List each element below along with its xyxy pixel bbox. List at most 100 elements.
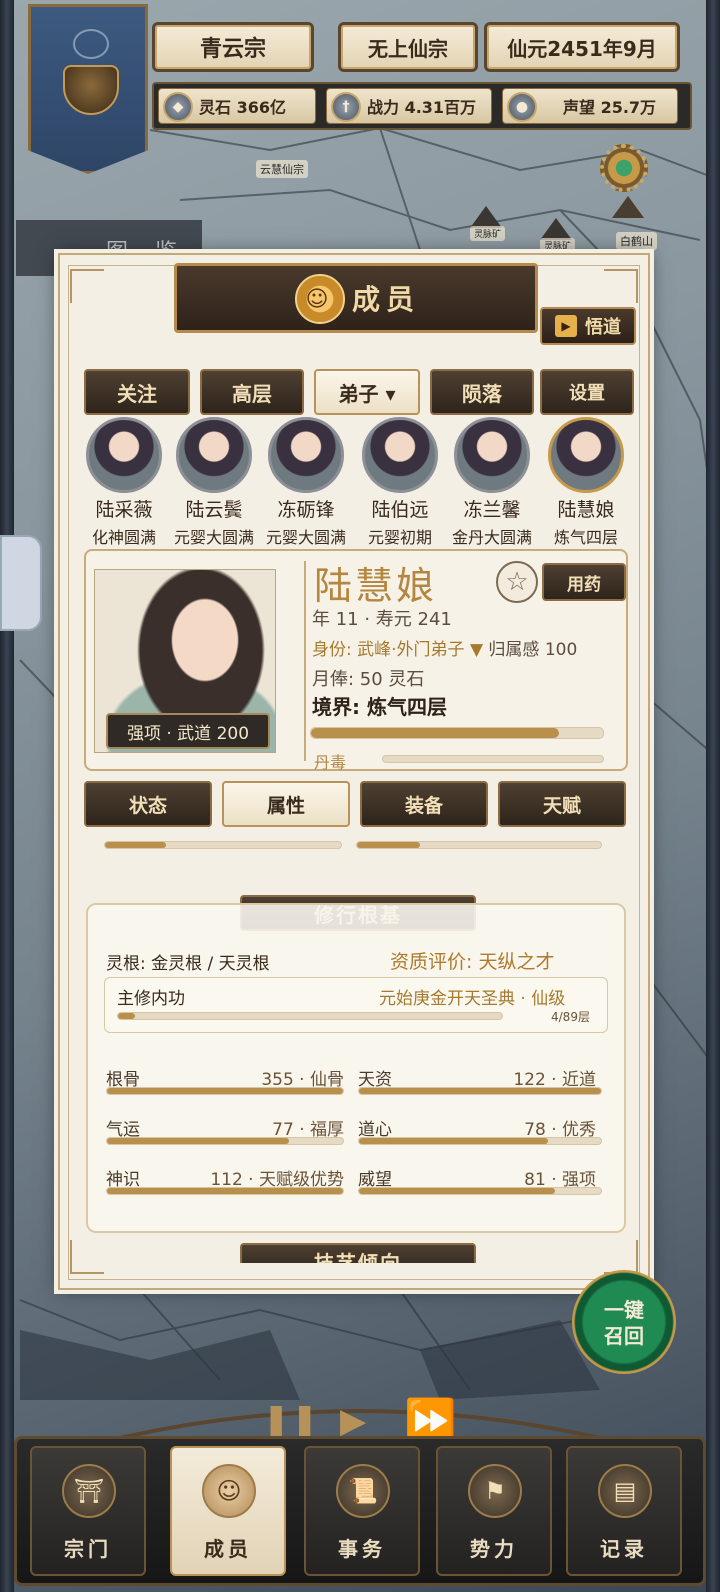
attr-bar xyxy=(358,1137,602,1145)
side-avatar[interactable] xyxy=(0,535,42,631)
nav-label: 宗门 xyxy=(64,1537,112,1561)
nav-factions[interactable]: ⚑ 势力 xyxy=(436,1446,552,1576)
tab-attributes[interactable]: 属性 xyxy=(222,781,350,827)
book-icon: ▤ xyxy=(598,1464,652,1518)
nav-affairs[interactable]: 📜 事务 xyxy=(304,1446,420,1576)
sword-icon: † xyxy=(331,92,361,122)
attr-fill-4 xyxy=(107,1188,343,1194)
salary-line: 月俸: 50 灵石 xyxy=(312,669,425,690)
nav-label: 记录 xyxy=(600,1537,648,1561)
play-icon: ▶ xyxy=(555,315,577,337)
realm-progress-bar xyxy=(310,727,604,739)
use-medicine-button[interactable]: 用药 xyxy=(542,563,626,601)
attr-fill-5 xyxy=(359,1188,556,1194)
play-speed-icon[interactable]: ▶ xyxy=(340,1404,366,1438)
member-dialog: ☺ 成员 ▶ 悟道 关注 高层 弟子 ▾ 陨落 设置 陆采薇 化神圆满 陆云鬓 … xyxy=(58,253,650,1290)
dialog-title-bar: ☺ 成员 xyxy=(174,263,538,333)
resource-reputation-text: 声望 25.7万 xyxy=(563,98,657,117)
tab-fallen[interactable]: 陨落 xyxy=(430,369,534,415)
tab-talent[interactable]: 天赋 xyxy=(498,781,626,827)
nav-label: 势力 xyxy=(470,1537,518,1561)
attr-bar xyxy=(358,1187,602,1195)
map-label-baihe[interactable]: 白鹤山 xyxy=(616,232,657,250)
map-label-yunhui[interactable]: 云慧仙宗 xyxy=(256,160,308,178)
resource-power: † 战力 4.31百万 xyxy=(326,88,492,124)
member-level: 炼气四层 xyxy=(553,528,618,547)
nav-sect[interactable]: ⛩ 宗门 xyxy=(30,1446,146,1576)
pause-icon[interactable]: ❚❚ xyxy=(262,1404,319,1438)
favorite-star-icon[interactable]: ☆ xyxy=(496,561,538,603)
cultivation-foundation-box: 灵根: 金灵根 / 天灵根 资质评价: 天纵之才 主修内功 元始庚金开天圣典 ·… xyxy=(86,903,626,1233)
avatar xyxy=(548,417,624,493)
tab-elders[interactable]: 高层 xyxy=(200,369,304,415)
member-badge-icon: ☺ xyxy=(295,274,345,324)
tab-equipment[interactable]: 装备 xyxy=(360,781,488,827)
left-frame xyxy=(0,0,14,1592)
corner-ornament xyxy=(604,269,638,303)
gongfa-progress-bar xyxy=(117,1012,503,1020)
avatar xyxy=(362,417,438,493)
map-label-mine-2[interactable]: 灵脉矿 xyxy=(540,238,576,253)
realm-line: 境界: 炼气四层 xyxy=(312,695,447,719)
banner-icon: ⚑ xyxy=(468,1464,522,1518)
smoke-icon xyxy=(73,29,109,59)
member-card[interactable]: 冻砺锋 元婴大圆满 xyxy=(260,417,352,548)
gongfa-label: 主修内功 xyxy=(117,989,185,1009)
member-icon: ☺ xyxy=(202,1464,256,1518)
tab-settings[interactable]: 设置 xyxy=(540,369,634,415)
mountain-icon xyxy=(470,206,502,228)
sect-rank: 无上仙宗 xyxy=(338,22,478,72)
member-name: 冻兰馨 xyxy=(463,499,521,521)
dialog-title: 成员 xyxy=(351,283,420,316)
resource-power-text: 战力 4.31百万 xyxy=(367,98,477,117)
character-name: 陆慧娘 xyxy=(314,564,438,608)
sect-gear-icon[interactable] xyxy=(600,144,648,192)
nav-records[interactable]: ▤ 记录 xyxy=(566,1446,682,1576)
map-label-mine-1[interactable]: 灵脉矿 xyxy=(470,226,506,241)
avatar xyxy=(86,417,162,493)
identity-line: 身份: 武峰·外门弟子 ▼ 归属感 100 xyxy=(312,635,577,660)
member-name: 陆伯远 xyxy=(371,499,429,521)
member-name: 陆采薇 xyxy=(95,499,153,521)
resource-spirit-stone-text: 灵石 366亿 xyxy=(199,98,286,117)
tab-follow[interactable]: 关注 xyxy=(84,369,190,415)
mountain-icon xyxy=(612,196,644,218)
attr-bar xyxy=(358,1087,602,1095)
nav-label: 事务 xyxy=(338,1537,386,1561)
nav-label: 成员 xyxy=(204,1537,252,1561)
sect-banner[interactable] xyxy=(28,4,148,174)
attr-fill-2 xyxy=(107,1138,289,1144)
right-frame xyxy=(706,0,720,1592)
strength-tag: 强项 · 武道 200 xyxy=(106,713,270,749)
fast-forward-icon[interactable]: ⏩ xyxy=(404,1400,456,1442)
recall-label: 一键召回 xyxy=(604,1298,644,1348)
avatar xyxy=(454,417,530,493)
member-card[interactable]: 陆采薇 化神圆满 xyxy=(78,417,170,548)
one-key-recall-button[interactable]: 一键召回 xyxy=(572,1270,676,1374)
gongfa-progress-fill xyxy=(118,1013,136,1019)
tab-status[interactable]: 状态 xyxy=(84,781,212,827)
age-line: 年 11 · 寿元 241 xyxy=(312,609,452,630)
member-detail-card: 强项 · 武道 200 陆慧娘 ☆ 用药 年 11 · 寿元 241 身份: 武… xyxy=(84,549,628,772)
attributes-scroll-area[interactable]: 修行根基 灵根: 金灵根 / 天灵根 资质评价: 天纵之才 主修内功 元始庚金开… xyxy=(82,833,630,1263)
member-card-selected[interactable]: 陆慧娘 炼气四层 xyxy=(540,417,632,548)
scroll-icon: 📜 xyxy=(336,1464,390,1518)
game-date: 仙元2451年9月 xyxy=(484,22,680,72)
attr-fill-0 xyxy=(107,1088,343,1094)
wudao-button[interactable]: ▶ 悟道 xyxy=(540,307,636,345)
member-name: 陆慧娘 xyxy=(557,499,615,521)
member-card[interactable]: 冻兰馨 金丹大圆满 xyxy=(446,417,538,548)
nav-members[interactable]: ☺ 成员 xyxy=(170,1446,286,1576)
member-level: 金丹大圆满 xyxy=(451,528,532,547)
tab-disciples-dropdown[interactable]: 弟子 ▾ xyxy=(314,369,420,415)
main-gongfa-box[interactable]: 主修内功 元始庚金开天圣典 · 仙级 4/89层 xyxy=(104,977,608,1033)
identity-dropdown[interactable]: 武峰·外门弟子 ▼ xyxy=(357,640,483,660)
avatar xyxy=(268,417,344,493)
zizhi-line: 资质评价: 天纵之才 xyxy=(390,951,555,973)
next-section-title: 技艺倾向 xyxy=(240,1243,476,1263)
member-name: 冻砺锋 xyxy=(277,499,335,521)
member-card[interactable]: 陆云鬓 元婴大圆满 xyxy=(168,417,260,548)
divider xyxy=(304,561,306,761)
member-card[interactable]: 陆伯远 元婴初期 xyxy=(354,417,446,548)
spirit-stone-icon: ◆ xyxy=(163,92,193,122)
